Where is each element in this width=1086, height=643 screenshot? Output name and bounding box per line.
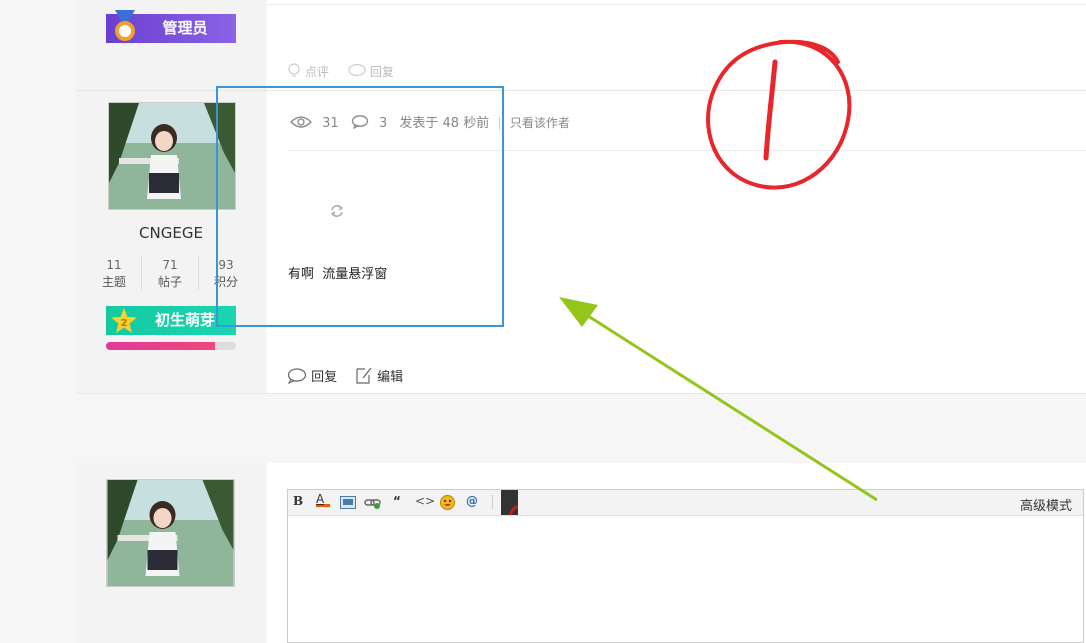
lightbulb-icon <box>288 63 300 77</box>
stat-posts-label: 帖子 <box>157 275 182 289</box>
quote-button[interactable]: “ <box>393 494 401 508</box>
code-button[interactable]: <> <box>415 494 435 508</box>
embedded-widget[interactable] <box>501 490 518 515</box>
post-reply-button[interactable]: 回复 <box>287 366 337 385</box>
post-reply-label: 回复 <box>311 370 338 385</box>
stat-topics[interactable]: 11 主题 <box>88 257 140 291</box>
stat-topics-value: 11 <box>106 258 122 272</box>
speech-bubble-icon <box>287 368 307 385</box>
editor-textarea[interactable] <box>288 516 1083 642</box>
top-divider <box>267 4 1086 5</box>
post-bottom-divider <box>76 393 1086 394</box>
image-icon[interactable] <box>340 496 356 509</box>
stat-topics-label: 主题 <box>101 275 126 289</box>
widget-red-ring <box>509 505 518 515</box>
edit-icon <box>356 367 372 384</box>
text-color-label: A <box>316 492 325 506</box>
reply-label: 回复 <box>369 65 394 79</box>
level-progress-bar <box>106 342 236 350</box>
reply-user-avatar[interactable] <box>106 479 235 587</box>
advanced-mode-link[interactable]: 高级模式 <box>1020 495 1072 514</box>
speech-bubble-icon <box>348 63 366 77</box>
only-author-link[interactable]: 只看该作者 <box>510 116 570 130</box>
stat-separator <box>141 256 142 290</box>
editor-toolbar <box>288 490 1083 516</box>
stat-posts[interactable]: 71 帖子 <box>144 257 196 291</box>
admin-badge-label: 管理员 <box>162 19 208 37</box>
link-icon[interactable] <box>364 497 382 509</box>
admin-badge: 管理员 <box>106 10 236 43</box>
level-progress-fill <box>106 342 216 350</box>
text-color-button[interactable]: A <box>316 492 330 507</box>
prev-post-comment-button[interactable]: 点评 <box>287 63 329 80</box>
stat-separator <box>198 256 199 290</box>
post-edit-label: 编辑 <box>377 370 404 385</box>
highlight-box <box>216 86 504 327</box>
stat-posts-value: 71 <box>162 258 178 272</box>
prev-post-reply-button[interactable]: 回复 <box>348 63 394 80</box>
mention-button[interactable]: @ <box>466 494 478 508</box>
bold-button[interactable]: B <box>293 494 303 508</box>
post-edit-button[interactable]: 编辑 <box>355 366 403 385</box>
toolbar-divider <box>492 495 493 509</box>
avatar-image <box>107 480 234 586</box>
reply-editor <box>287 489 1084 643</box>
comment-label: 点评 <box>304 65 329 79</box>
emoji-icon[interactable] <box>440 495 455 510</box>
